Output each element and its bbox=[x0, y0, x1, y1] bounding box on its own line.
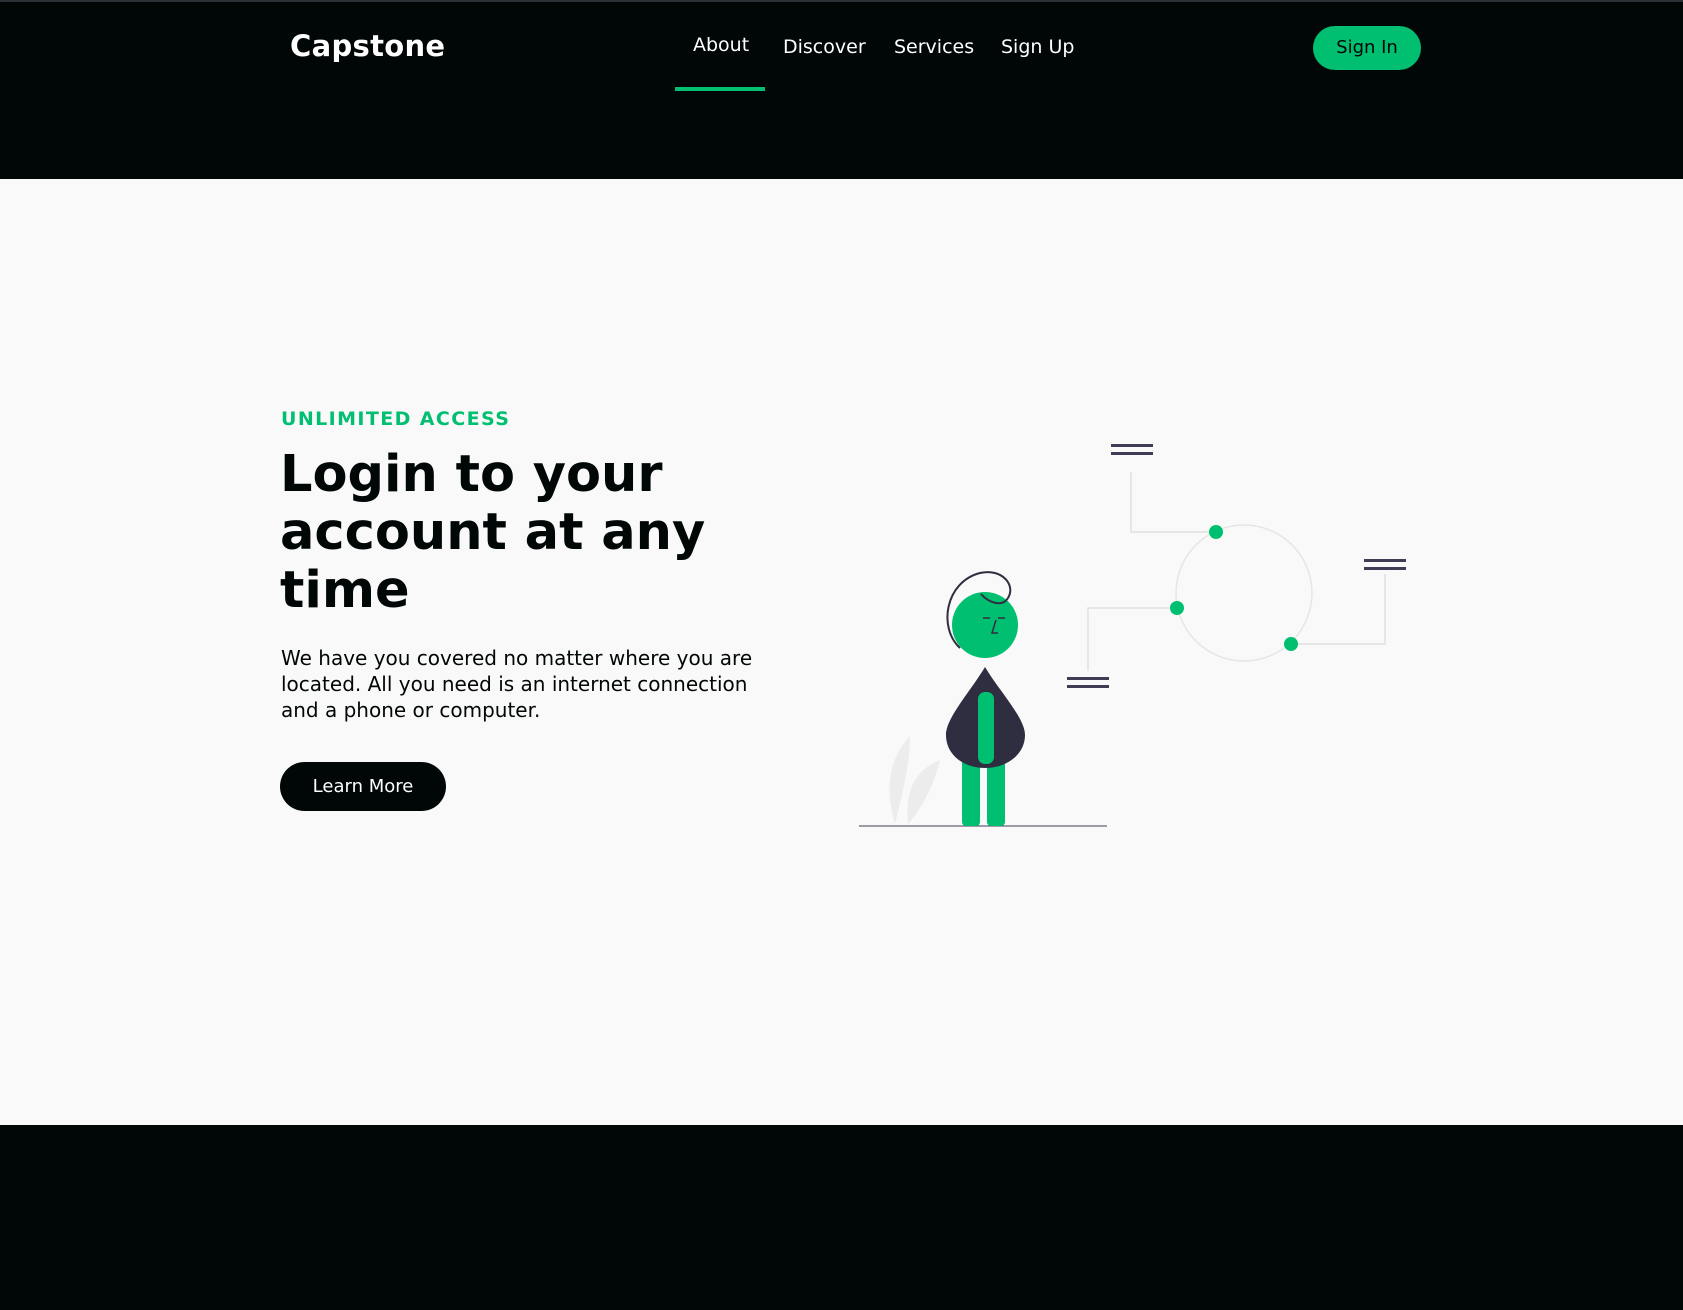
nav-link-services[interactable]: Services bbox=[894, 36, 974, 58]
hero-illustration bbox=[859, 444, 1406, 827]
hero-headline: Login to your account at any time bbox=[280, 445, 706, 620]
network-node bbox=[1170, 601, 1184, 615]
person-head bbox=[952, 592, 1018, 658]
menu-lines-icon bbox=[1364, 559, 1406, 570]
hero-section bbox=[0, 179, 1683, 1125]
nav-link-about[interactable]: About bbox=[693, 34, 749, 56]
hero-eyebrow: UNLIMITED ACCESS bbox=[281, 408, 511, 430]
network-node bbox=[1284, 637, 1298, 651]
menu-lines-icon bbox=[1067, 677, 1109, 688]
menu-lines-icon bbox=[1111, 444, 1153, 455]
connector-line-right bbox=[1291, 574, 1386, 645]
nav-link-sign-up[interactable]: Sign Up bbox=[1001, 36, 1074, 58]
logo[interactable]: Capstone bbox=[290, 29, 445, 63]
connector-line-top bbox=[1130, 472, 1216, 533]
learn-more-button[interactable]: Learn More bbox=[280, 762, 446, 811]
person-arm bbox=[978, 692, 994, 764]
active-nav-indicator bbox=[675, 87, 765, 91]
footer-section bbox=[0, 1125, 1683, 1310]
sign-in-button[interactable]: Sign In bbox=[1313, 26, 1421, 70]
connector-line-left bbox=[1087, 607, 1177, 671]
hero-description: We have you covered no matter where you … bbox=[281, 646, 753, 722]
plant-icon bbox=[889, 736, 940, 824]
network-node bbox=[1209, 525, 1223, 539]
nav-link-discover[interactable]: Discover bbox=[783, 36, 866, 58]
top-navbar: Capstone About Discover Services Sign Up… bbox=[0, 0, 1683, 179]
